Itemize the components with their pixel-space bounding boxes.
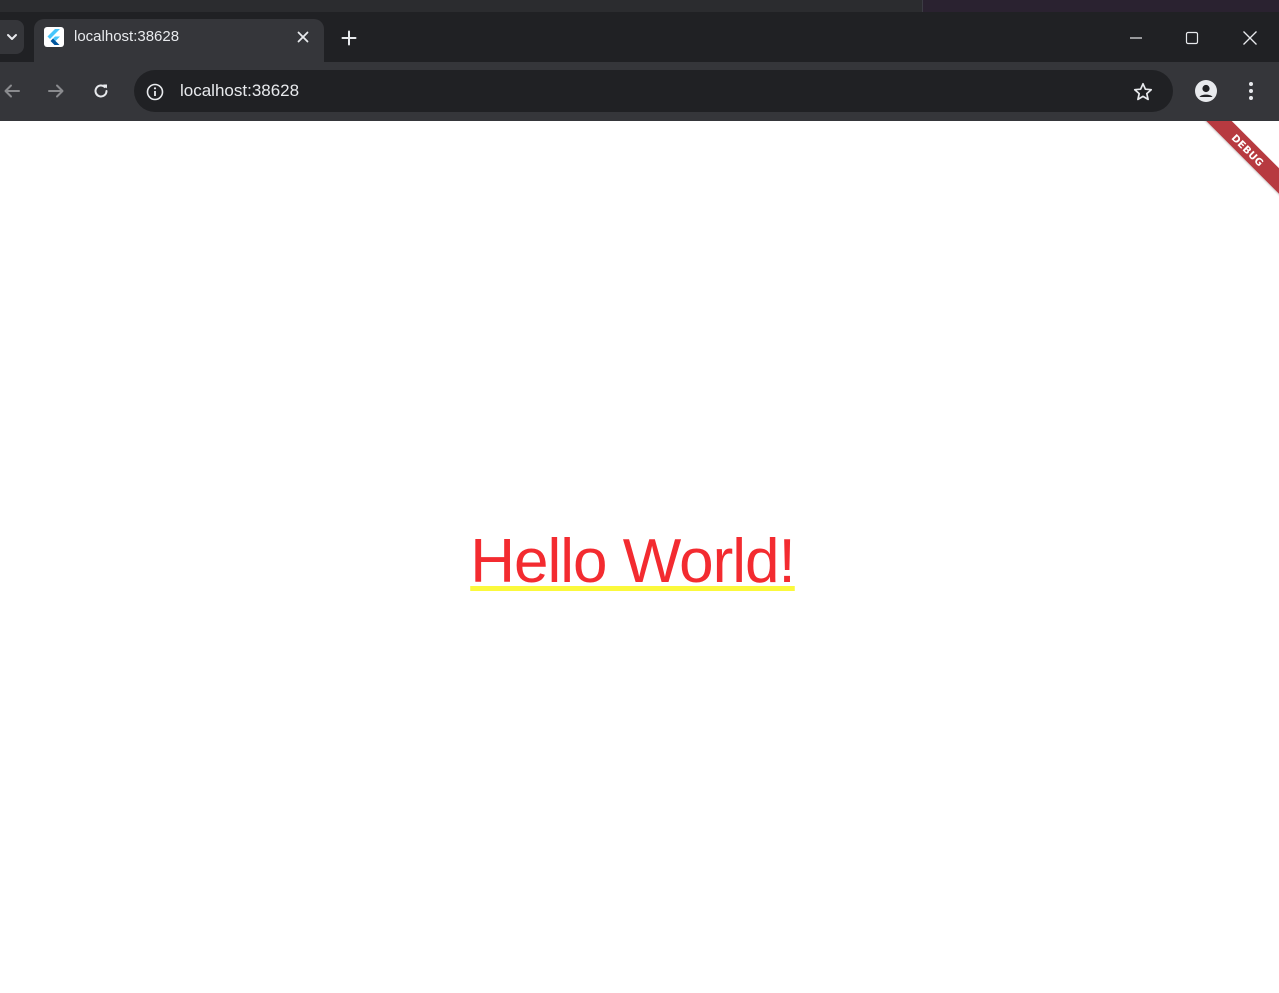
chevron-down-icon [7,34,17,40]
arrow-right-icon [48,84,64,98]
new-tab-button[interactable] [336,25,362,51]
tab-active[interactable]: localhost:38628 [34,19,324,62]
close-icon [1243,31,1257,45]
hello-heading-wrapper: Hello World! [0,526,1272,597]
address-bar[interactable]: localhost:38628 [134,70,1173,112]
avatar-icon [1195,80,1217,102]
debug-banner: DEBUG [1188,121,1279,210]
arrow-left-icon [4,84,20,98]
url-text[interactable]: localhost:38628 [180,81,299,101]
tab-title: localhost:38628 [74,28,180,45]
background-window-edge [922,0,1279,12]
flutter-icon [44,27,64,47]
forward-button[interactable] [41,76,71,106]
browser-chrome: localhost:38628 localhost:38628 [0,0,1279,121]
tab-close-button[interactable] [292,26,314,48]
taskbar-strip [0,0,1279,12]
more-vertical-icon [1249,82,1253,100]
hello-heading: Hello World! [470,527,796,596]
back-button[interactable] [0,76,27,106]
close-icon [297,31,309,43]
plus-icon [341,30,357,46]
reload-icon [94,84,108,98]
browser-menu-button[interactable] [1240,78,1262,104]
maximize-icon [1185,31,1199,45]
browser-toolbar: localhost:38628 [0,62,1279,121]
bookmark-button[interactable] [1130,79,1156,105]
maximize-button[interactable] [1170,22,1214,54]
page-viewport: Hello World! DEBUG [0,121,1279,993]
star-icon [1133,82,1153,101]
reload-button[interactable] [86,76,116,106]
minimize-icon [1130,37,1142,39]
minimize-button[interactable] [1114,22,1158,54]
debug-banner-label: DEBUG [1228,132,1266,170]
profile-button[interactable] [1193,78,1219,104]
site-info-button[interactable] [142,79,168,105]
info-icon [146,83,164,101]
window-close-button[interactable] [1228,22,1272,54]
tab-search-button[interactable] [0,20,24,54]
tab-strip: localhost:38628 [0,12,1279,62]
